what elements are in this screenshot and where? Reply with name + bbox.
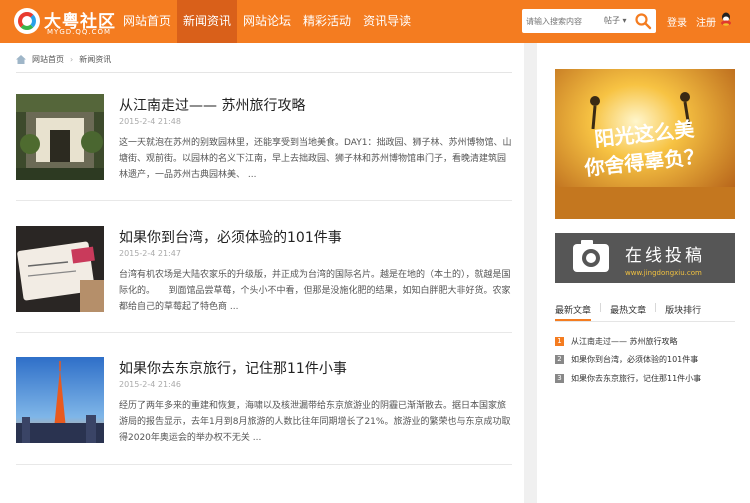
main-nav: 网站首页 新闻资讯 网站论坛 精彩活动 资讯导读 [117,0,417,43]
search-input[interactable] [526,9,598,33]
article-summary: 这一天就泡在苏州的别致园林里，还能享受到当地美食。DAY1：拙政园、狮子林、苏州… [119,138,512,180]
article-title[interactable]: 如果你去东京旅行，记住那11件小事 [119,358,347,378]
article-thumbnail[interactable] [16,226,104,312]
search-type-select[interactable]: 帖子 ▾ [604,9,627,33]
divider [16,200,512,201]
nav-events[interactable]: 精彩活动 [297,0,357,43]
article-item: 如果你去东京旅行，记住那11件小事 2015-2-4 21:46 经历了两年多来… [16,357,512,463]
tab-separator: | [599,303,603,313]
divider [16,72,512,73]
nav-news[interactable]: 新闻资讯 [177,0,238,43]
article-thumbnail[interactable] [16,357,104,443]
divider [16,332,512,333]
article-item: 从江南走过—— 苏州旅行攻略 2015-2-4 21:48 这一天就泡在苏州的别… [16,94,512,200]
rank-item[interactable]: 1 从江南走过—— 苏州旅行攻略 [555,335,678,347]
rank-number: 3 [555,373,564,383]
register-link[interactable]: 注册 [696,14,716,29]
article-title[interactable]: 如果你到台湾，必须体验的101件事 [119,227,342,247]
rank-number: 1 [555,336,564,346]
search-box: 帖子 ▾ [522,9,656,33]
tab-hottest[interactable]: 最热文章 [610,303,646,321]
promo-banner-sunshine[interactable]: 阳光这么美 你舍得辜负？ [555,69,735,219]
rank-title[interactable]: 如果你去东京旅行，记住那11件小事 [571,373,701,384]
article-title[interactable]: 从江南走过—— 苏州旅行攻略 [119,95,305,115]
nav-guide[interactable]: 资讯导读 [357,0,417,43]
tab-section-rank[interactable]: 版块排行 [665,303,701,321]
breadcrumb: 网站首页 › 新闻资讯 [16,52,111,66]
promo-banner-submit[interactable]: 在线投稿 www.jingdongxiu.com [555,233,735,283]
banner-submit-title: 在线投稿 [625,246,705,266]
breadcrumb-home[interactable]: 网站首页 [32,54,64,65]
tab-separator: | [654,303,658,313]
article-item: 如果你到台湾，必须体验的101件事 2015-2-4 21:47 台湾有机农场是… [16,226,512,332]
tab-latest[interactable]: 最新文章 [555,303,592,321]
breadcrumb-current: 新闻资讯 [79,54,112,64]
rank-title[interactable]: 如果你到台湾，必须体验的101件事 [571,354,698,365]
home-icon[interactable] [16,54,26,64]
article-tabs: 最新文章 | 最热文章 | 版块排行 [555,303,735,321]
login-link[interactable]: 登录 [667,14,687,29]
rank-item[interactable]: 2 如果你到台湾，必须体验的101件事 [555,353,698,365]
qq-icon[interactable] [720,12,732,26]
rank-title[interactable]: 从江南走过—— 苏州旅行攻略 [571,336,678,347]
breadcrumb-separator: › [70,54,74,64]
sidebar: 阳光这么美 你舍得辜负？ 在线投稿 www.jingdongxiu.com 最新… [537,43,750,503]
article-summary: 台湾有机农场是大陆农家乐的升级版，并正成为台湾的国际名片。越是在地的（本土的），… [119,270,511,312]
article-thumbnail[interactable] [16,94,104,180]
nav-home[interactable]: 网站首页 [117,0,177,43]
rank-item[interactable]: 3 如果你去东京旅行，记住那11件小事 [555,372,701,384]
article-date: 2015-2-4 21:48 [119,117,181,126]
search-type-value: 帖子 [604,16,620,25]
site-logo[interactable]: 大粤社区 MYGD.QQ.COM [14,6,115,38]
rank-number: 2 [555,354,564,364]
banner-submit-url: www.jingdongxiu.com [625,269,702,277]
divider [555,321,735,322]
nav-forum[interactable]: 网站论坛 [237,0,297,43]
main-content: 网站首页 › 新闻资讯 从江南走过—— 苏州旅行攻略 2015-2-4 21:4… [0,43,524,503]
logo-mark-icon [14,8,40,34]
article-date: 2015-2-4 21:47 [119,249,181,258]
search-icon[interactable] [634,12,652,30]
top-header: 大粤社区 MYGD.QQ.COM 网站首页 新闻资讯 网站论坛 精彩活动 资讯导… [0,0,750,43]
divider [16,464,512,465]
article-summary: 经历了两年多来的重建和恢复，海啸以及核泄漏带给东京旅游业的阴霾已渐渐散去。据日本… [119,401,511,443]
logo-subtext: MYGD.QQ.COM [47,28,112,36]
article-date: 2015-2-4 21:46 [119,380,181,389]
